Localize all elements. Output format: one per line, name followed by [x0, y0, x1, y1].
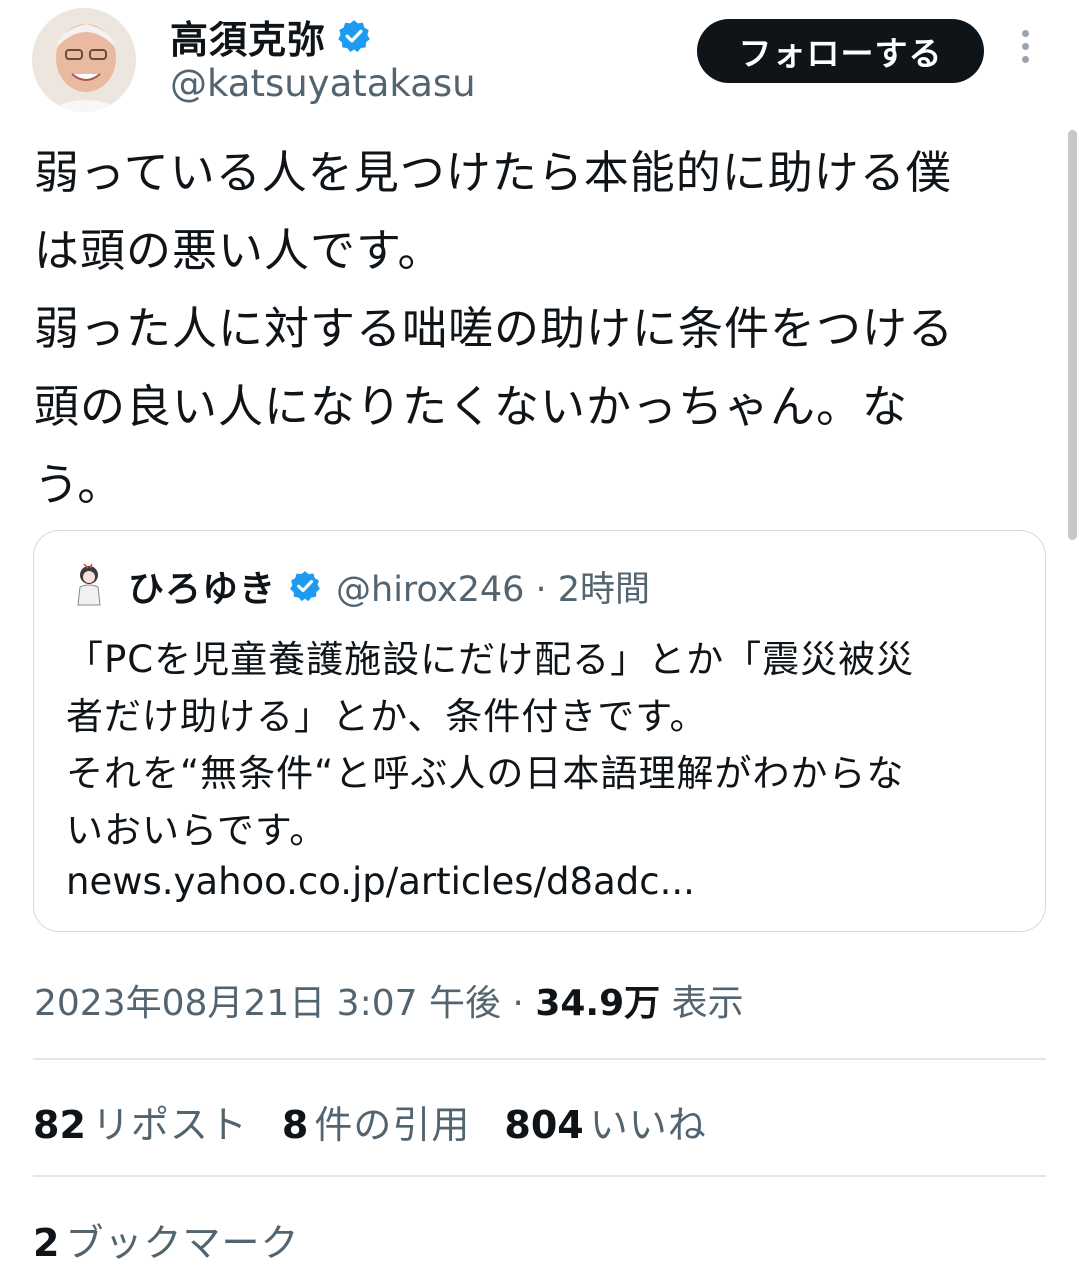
quoted-author-name: ひろゆき [128, 569, 277, 610]
quoted-tweet-text: 「PCを児童養護施設にだけ配る」とか「震災被災 者だけ助ける」とか、条件付きです… [66, 638, 915, 852]
repost-count: 82 [33, 1103, 86, 1147]
quoted-author-avatar [70, 561, 108, 611]
view-count: 34.9万 [535, 983, 661, 1024]
quoted-tweet-header: ひろゆき @hirox246 · 2時間 [70, 557, 650, 615]
scrollbar[interactable] [1068, 130, 1077, 540]
verified-badge-icon [338, 20, 370, 53]
quoted-author-handle-time: @hirox246 · 2時間 [336, 569, 651, 610]
author-handle[interactable]: @katsuyatakasu [170, 62, 476, 105]
tweet-datetime[interactable]: 2023年08月21日 3:07 午後 [34, 983, 501, 1024]
author-name[interactable]: 高須克弥 [170, 9, 326, 64]
author-name-row[interactable]: 高須克弥 [170, 6, 372, 66]
like-label: いいね [589, 1103, 707, 1147]
quoted-verified-badge-icon [290, 571, 320, 602]
quote-count: 8 [281, 1103, 309, 1147]
like-count: 804 [504, 1103, 584, 1147]
author-avatar[interactable] [32, 8, 136, 112]
quote-stat[interactable]: 8 件の引用 [282, 1094, 470, 1149]
tweet-meta: 2023年08月21日 3:07 午後 · 34.9万 表示 [34, 974, 744, 1026]
divider [33, 1058, 1046, 1060]
follow-button[interactable]: フォローする [697, 19, 984, 83]
bookmark-label: ブックマーク [65, 1221, 300, 1265]
view-label-space [660, 983, 671, 1024]
bookmark-stat[interactable]: 2 ブックマーク [33, 1212, 299, 1267]
repost-label: リポスト [91, 1103, 248, 1147]
tweet-text: 弱っている人を見つけたら本能的に助ける僕 は頭の悪い人です。 弱った人に対する咄… [34, 146, 955, 511]
quoted-tweet-card[interactable]: ひろゆき @hirox246 · 2時間 「PCを児童養護施設にだけ配る」とか「… [33, 530, 1046, 932]
like-stat[interactable]: 804 いいね [504, 1094, 706, 1149]
engagement-stats: 82 リポスト 8 件の引用 804 いいね [33, 1094, 741, 1149]
view-label: 表示 [671, 983, 744, 1024]
meta-separator: · [500, 983, 536, 1024]
quote-label: 件の引用 [314, 1103, 471, 1147]
bookmark-count: 2 [33, 1221, 60, 1265]
quoted-tweet-link[interactable]: news.yahoo.co.jp/articles/d8adc... [66, 853, 695, 910]
more-options-icon[interactable] [1015, 30, 1035, 70]
divider [33, 1175, 1046, 1177]
repost-stat[interactable]: 82 リポスト [33, 1094, 248, 1149]
